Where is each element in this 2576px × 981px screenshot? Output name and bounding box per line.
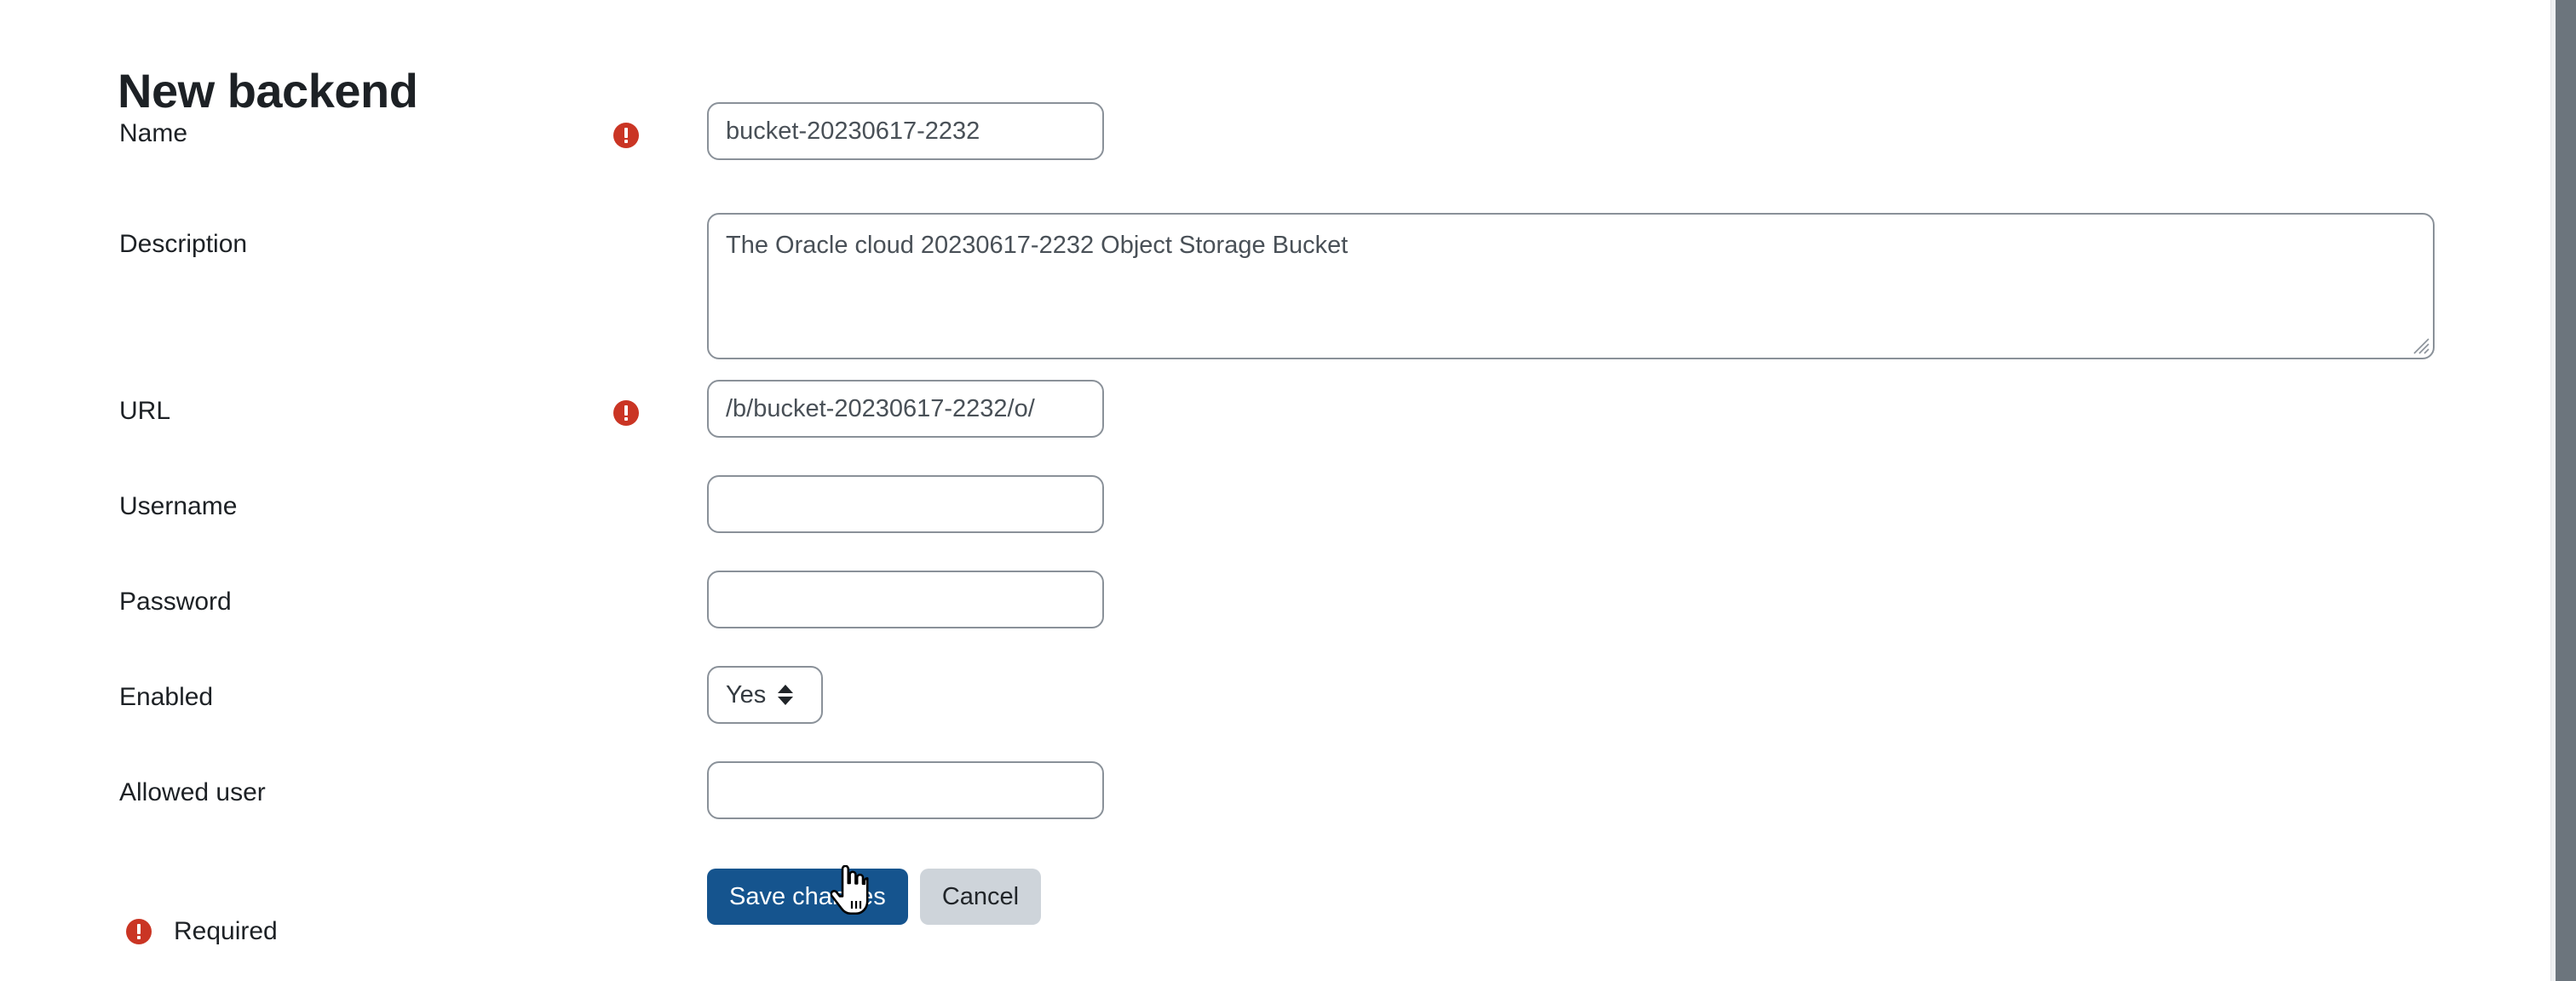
save-changes-button[interactable]: Save changes bbox=[707, 869, 908, 925]
url-input[interactable]: /b/bucket-20230617-2232/o/ bbox=[707, 380, 1104, 438]
field-cell-enabled: Yes bbox=[707, 666, 2521, 724]
field-cell-username bbox=[707, 475, 2521, 533]
field-cell-actions: Save changes Cancel bbox=[707, 869, 2521, 925]
required-marker-url bbox=[596, 380, 707, 426]
form-row-actions: Save changes Cancel bbox=[0, 869, 2521, 945]
form-row-name: Name bucket-20230617-2232 bbox=[0, 102, 2521, 196]
backend-form: Name bucket-20230617-2232 Description Th… bbox=[0, 102, 2521, 945]
vertical-scrollbar-thumb[interactable] bbox=[2556, 0, 2576, 981]
form-row-enabled: Enabled Yes bbox=[0, 666, 2521, 760]
required-legend: Required bbox=[126, 917, 278, 946]
field-cell-allowed-user bbox=[707, 761, 2521, 819]
required-exclamation-icon bbox=[126, 919, 152, 944]
form-row-username: Username bbox=[0, 475, 2521, 569]
form-row-description: Description The Oracle cloud 20230617-22… bbox=[0, 213, 2521, 366]
form-row-password: Password bbox=[0, 571, 2521, 664]
allowed-user-input[interactable] bbox=[707, 761, 1104, 819]
label-url: URL bbox=[0, 380, 596, 427]
cancel-button[interactable]: Cancel bbox=[920, 869, 1041, 925]
label-password: Password bbox=[0, 571, 596, 617]
required-exclamation-icon bbox=[613, 123, 639, 148]
chevron-updown-icon bbox=[778, 685, 793, 705]
action-button-row: Save changes Cancel bbox=[707, 869, 2521, 925]
required-marker-name bbox=[596, 102, 707, 148]
label-allowed-user: Allowed user bbox=[0, 761, 596, 808]
label-username: Username bbox=[0, 475, 596, 522]
form-row-allowed-user: Allowed user bbox=[0, 761, 2521, 855]
enabled-select-value: Yes bbox=[726, 681, 766, 709]
required-exclamation-icon bbox=[613, 400, 639, 426]
description-textarea[interactable]: The Oracle cloud 20230617-2232 Object St… bbox=[707, 213, 2435, 359]
password-input[interactable] bbox=[707, 571, 1104, 628]
required-legend-label: Required bbox=[174, 917, 278, 946]
enabled-select[interactable]: Yes bbox=[707, 666, 823, 724]
field-cell-description: The Oracle cloud 20230617-2232 Object St… bbox=[707, 213, 2521, 359]
username-input[interactable] bbox=[707, 475, 1104, 533]
field-cell-url: /b/bucket-20230617-2232/o/ bbox=[707, 380, 2521, 438]
name-input[interactable]: bucket-20230617-2232 bbox=[707, 102, 1104, 160]
label-name: Name bbox=[0, 102, 596, 149]
field-cell-name: bucket-20230617-2232 bbox=[707, 102, 2521, 160]
form-row-url: URL /b/bucket-20230617-2232/o/ bbox=[0, 380, 2521, 473]
label-description: Description bbox=[0, 213, 596, 260]
description-textarea-wrap: The Oracle cloud 20230617-2232 Object St… bbox=[707, 213, 2435, 359]
label-enabled: Enabled bbox=[0, 666, 596, 713]
field-cell-password bbox=[707, 571, 2521, 628]
new-backend-page: New backend Name bucket-20230617-2232 De… bbox=[0, 0, 2576, 981]
vertical-scrollbar-track[interactable] bbox=[2550, 0, 2576, 981]
